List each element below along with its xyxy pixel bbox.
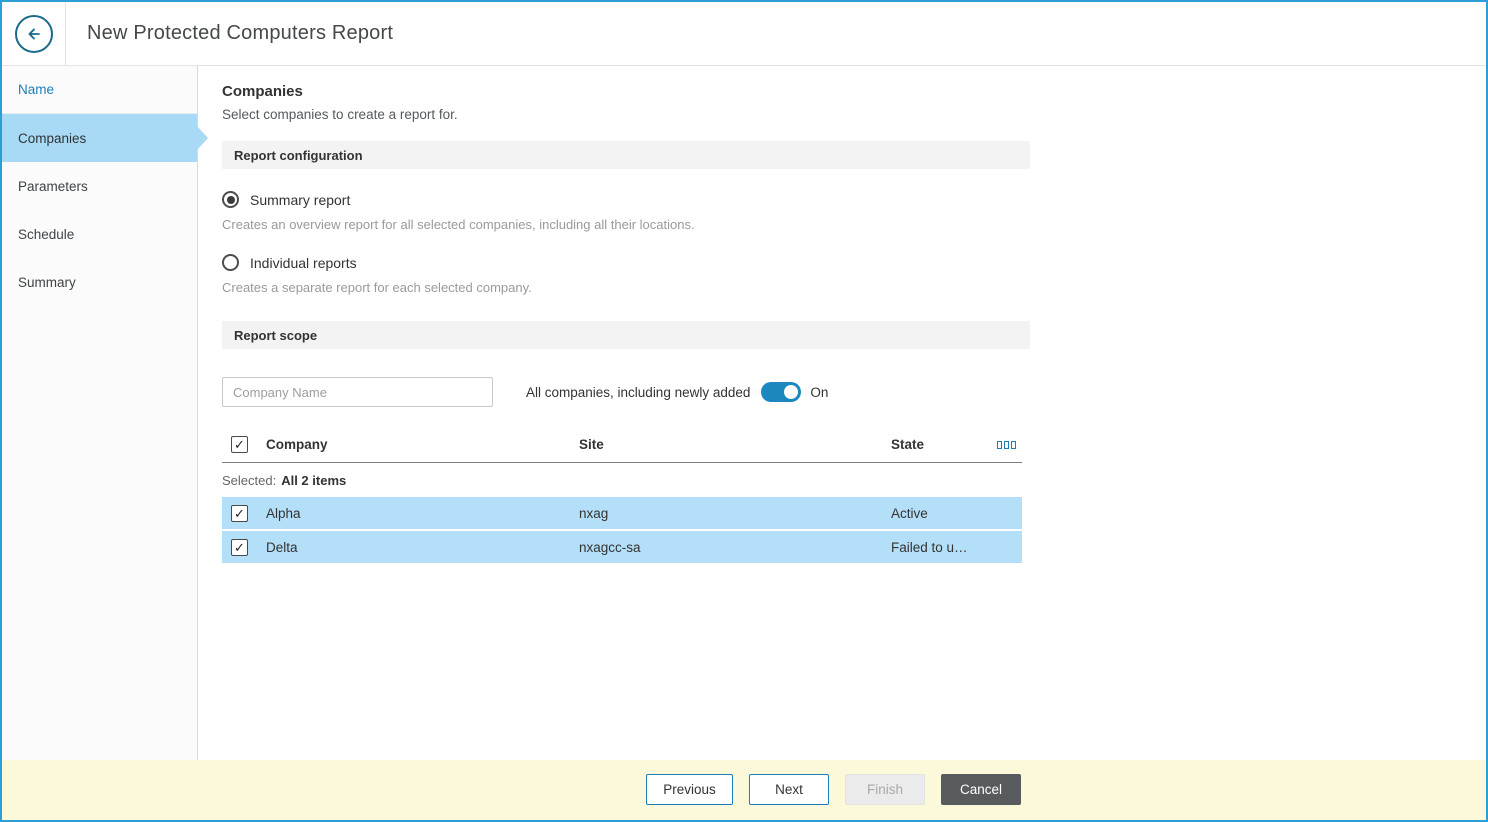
- sidebar-item-name[interactable]: Name: [2, 66, 197, 114]
- toggle-state-label: On: [810, 384, 829, 400]
- wizard-steps-sidebar: Name Companies Parameters Schedule Summa…: [2, 66, 198, 760]
- section-report-scope: Report scope: [222, 321, 1030, 349]
- finish-button[interactable]: Finish: [845, 774, 925, 805]
- page-title: New Protected Computers Report: [87, 22, 394, 44]
- radio-label: Summary report: [250, 191, 351, 208]
- sidebar-item-label: Summary: [18, 274, 76, 290]
- radio-description: Creates a separate report for each selec…: [222, 280, 532, 295]
- back-arrow-icon: [24, 24, 44, 44]
- sidebar-item-parameters[interactable]: Parameters: [2, 162, 197, 210]
- radio-selected-icon[interactable]: [222, 191, 239, 208]
- table-header-row: Company Site State: [222, 427, 1022, 463]
- cell-state: Failed to u…: [891, 539, 968, 555]
- radio-label: Individual reports: [250, 254, 357, 271]
- previous-button[interactable]: Previous: [646, 774, 733, 805]
- cell-company: Alpha: [266, 505, 301, 521]
- sidebar-item-label: Parameters: [18, 178, 88, 194]
- cell-site: nxagcc-sa: [579, 539, 641, 555]
- sidebar-item-label: Companies: [18, 130, 87, 146]
- column-header-site[interactable]: Site: [579, 437, 891, 452]
- selected-count: All 2 items: [281, 472, 347, 488]
- column-header-state[interactable]: State: [891, 437, 997, 452]
- back-button[interactable]: [14, 14, 53, 53]
- sidebar-item-label: Schedule: [18, 226, 75, 242]
- radio-description: Creates an overview report for all selec…: [222, 217, 695, 232]
- radio-unselected-icon[interactable]: [222, 254, 239, 271]
- radio-option-summary-report[interactable]: Summary report: [222, 191, 1486, 208]
- step-subheading: Select companies to create a report for.: [222, 107, 458, 122]
- scope-filter-row: All companies, including newly added On: [222, 377, 1030, 407]
- column-header-company[interactable]: Company: [266, 437, 579, 452]
- wizard-window: New Protected Computers Report Name Comp…: [0, 0, 1488, 822]
- all-companies-toggle[interactable]: [761, 382, 802, 402]
- all-companies-toggle-label: All companies, including newly added: [526, 384, 751, 400]
- companies-table: Company Site State Selected: All 2 items…: [222, 427, 1022, 563]
- main-content: Companies Select companies to create a r…: [199, 66, 1486, 760]
- select-all-checkbox[interactable]: [231, 436, 248, 453]
- radio-option-individual-reports[interactable]: Individual reports: [222, 254, 1486, 271]
- toggle-knob: [784, 385, 799, 399]
- cell-state: Active: [891, 505, 928, 521]
- selected-text: Selected:: [222, 472, 277, 488]
- section-report-configuration: Report configuration: [222, 141, 1030, 169]
- table-row[interactable]: Delta nxagcc-sa Failed to u…: [222, 531, 1022, 563]
- company-name-input[interactable]: [222, 377, 493, 407]
- column-chooser-icon[interactable]: [997, 440, 1016, 449]
- selection-summary: Selected: All 2 items: [222, 463, 1022, 497]
- row-checkbox[interactable]: [231, 538, 248, 556]
- section-title: Report configuration: [234, 147, 363, 163]
- cell-company: Delta: [266, 539, 298, 555]
- cell-site: nxag: [579, 505, 609, 521]
- sidebar-item-schedule[interactable]: Schedule: [2, 210, 197, 258]
- footer-bar: Previous Next Finish Cancel: [2, 760, 1486, 820]
- header: New Protected Computers Report: [2, 2, 1486, 66]
- step-heading: Companies: [222, 83, 303, 100]
- sidebar-item-companies[interactable]: Companies: [2, 114, 197, 162]
- sidebar-item-summary[interactable]: Summary: [2, 258, 197, 306]
- sidebar-item-label: Name: [18, 82, 55, 97]
- section-title: Report scope: [234, 327, 318, 343]
- next-button[interactable]: Next: [749, 774, 829, 805]
- cancel-button[interactable]: Cancel: [941, 774, 1021, 805]
- table-row[interactable]: Alpha nxag Active: [222, 497, 1022, 529]
- back-button-area: [2, 2, 66, 65]
- row-checkbox[interactable]: [231, 504, 248, 522]
- footer-buttons: Previous Next Finish Cancel: [646, 774, 1021, 805]
